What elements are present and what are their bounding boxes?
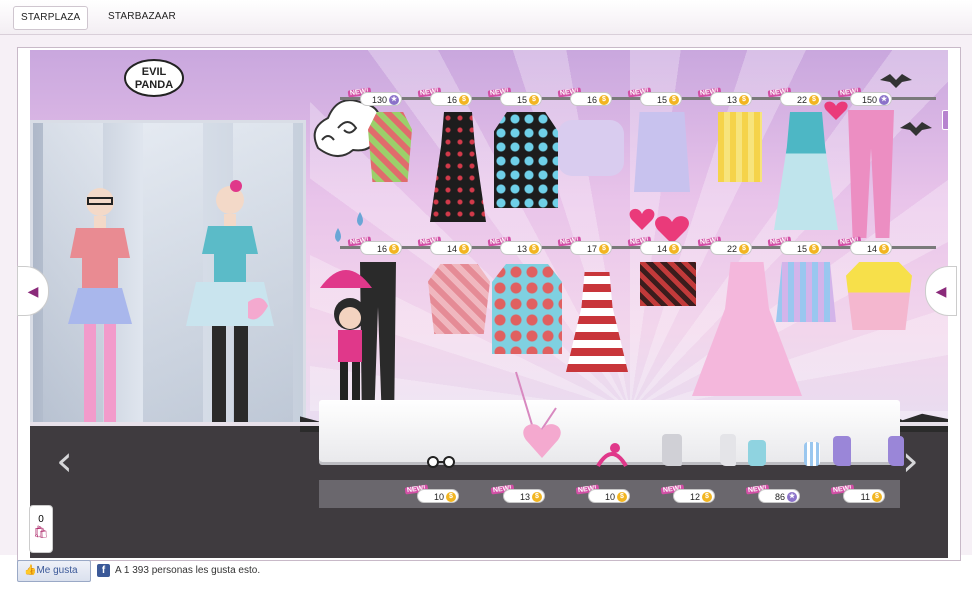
cart-counter[interactable]: 0 🛍	[29, 505, 53, 553]
clothing-item[interactable]	[846, 262, 912, 330]
coin-icon: $	[669, 244, 679, 254]
coin-icon: $	[446, 492, 456, 502]
price-tag: NEW! 11 $	[830, 484, 887, 503]
tab-starplaza[interactable]: STARPLAZA	[13, 6, 89, 30]
price-tag: NEW! 15 $	[487, 87, 544, 106]
chevron-left-icon: ◀	[27, 282, 39, 299]
panda-girl-character	[320, 270, 372, 402]
boot-item[interactable]	[888, 436, 904, 466]
price-tag: NEW! 13 $	[487, 236, 544, 255]
star-currency-icon: ★	[787, 492, 797, 502]
price-tag: NEW! 14 $	[627, 236, 684, 255]
price-tag: NEW! 15 $	[767, 236, 824, 255]
coin-icon: $	[459, 244, 469, 254]
price-tag: NEW! 16 $	[557, 87, 614, 106]
coin-icon: $	[739, 244, 749, 254]
coin-icon: $	[702, 492, 712, 502]
price-tag: NEW! 13 $	[490, 484, 547, 503]
coin-icon: $	[389, 244, 399, 254]
sandal-item[interactable]	[748, 440, 766, 466]
price-tag: NEW! 16 $	[417, 87, 474, 106]
coin-icon: $	[599, 95, 609, 105]
star-currency-icon: ★	[879, 95, 889, 105]
clothing-item[interactable]	[492, 264, 562, 354]
clothing-item[interactable]	[640, 262, 696, 306]
boot-item[interactable]	[720, 434, 736, 466]
price-tag: NEW! 10 $	[404, 484, 461, 503]
coin-icon: $	[872, 492, 882, 502]
heart-decoration	[824, 101, 848, 120]
coin-icon: $	[529, 244, 539, 254]
clothing-item[interactable]	[428, 264, 490, 334]
boot-item[interactable]	[833, 436, 851, 466]
price-tag: NEW! 13 $	[697, 87, 754, 106]
thumbs-up-icon: 👍	[24, 565, 37, 576]
help-button[interactable]: ?	[942, 110, 948, 130]
coin-icon: $	[809, 95, 819, 105]
sock-item[interactable]	[804, 442, 820, 466]
price-tag: NEW! 22 $	[697, 236, 754, 255]
coin-icon: $	[459, 95, 469, 105]
shelf-next-arrow[interactable]: ›	[902, 436, 919, 485]
top-nav: STARPLAZA STARBAZAAR	[0, 0, 972, 35]
coin-icon: $	[879, 244, 889, 254]
headband-item[interactable]	[595, 442, 629, 468]
clothing-item[interactable]	[718, 112, 762, 182]
shopping-bag-icon: 🛍	[33, 525, 49, 539]
price-tag: NEW! 130 ★	[347, 87, 404, 106]
tab-starbazaar[interactable]: STARBAZAAR	[101, 6, 183, 28]
coin-icon: $	[529, 95, 539, 105]
price-tag: NEW! 17 $	[557, 236, 614, 255]
price-tag: NEW! 86 ★	[745, 484, 802, 503]
clothing-item[interactable]	[634, 112, 690, 192]
clothing-item[interactable]	[368, 112, 412, 182]
shelf-prev-arrow[interactable]: ‹	[56, 436, 73, 485]
chevron-left-icon: ◀	[935, 282, 947, 299]
coin-icon: $	[669, 95, 679, 105]
coin-icon: $	[617, 492, 627, 502]
price-tag: NEW! 12 $	[660, 484, 717, 503]
price-tag: NEW! 22 $	[767, 87, 824, 106]
svg-text:EVIL: EVIL	[142, 66, 167, 78]
price-tag: NEW! 14 $	[837, 236, 894, 255]
like-button[interactable]: 👍Me gusta	[17, 560, 91, 582]
clothing-item[interactable]	[776, 262, 836, 322]
coin-icon: $	[599, 244, 609, 254]
coin-icon: $	[739, 95, 749, 105]
price-tag: NEW! 10 $	[575, 484, 632, 503]
heart-bag-item[interactable]	[512, 368, 562, 468]
clothing-item[interactable]	[558, 120, 624, 176]
svg-text:PANDA: PANDA	[135, 79, 173, 91]
price-tag: NEW! 16 $	[347, 236, 404, 255]
price-tag: NEW! 15 $	[627, 87, 684, 106]
price-tag: NEW! 14 $	[417, 236, 474, 255]
cart-count: 0	[38, 514, 44, 525]
star-currency-icon: ★	[389, 95, 399, 105]
coin-icon: $	[809, 244, 819, 254]
clothing-item[interactable]	[494, 112, 558, 208]
boot-item[interactable]	[662, 434, 682, 466]
facebook-icon: f	[97, 564, 110, 577]
like-count-text: A 1 393 personas les gusta esto.	[115, 565, 261, 576]
evil-panda-logo: EVIL PANDA	[124, 59, 184, 97]
glasses-item[interactable]	[425, 455, 457, 469]
coin-icon: $	[532, 492, 542, 502]
